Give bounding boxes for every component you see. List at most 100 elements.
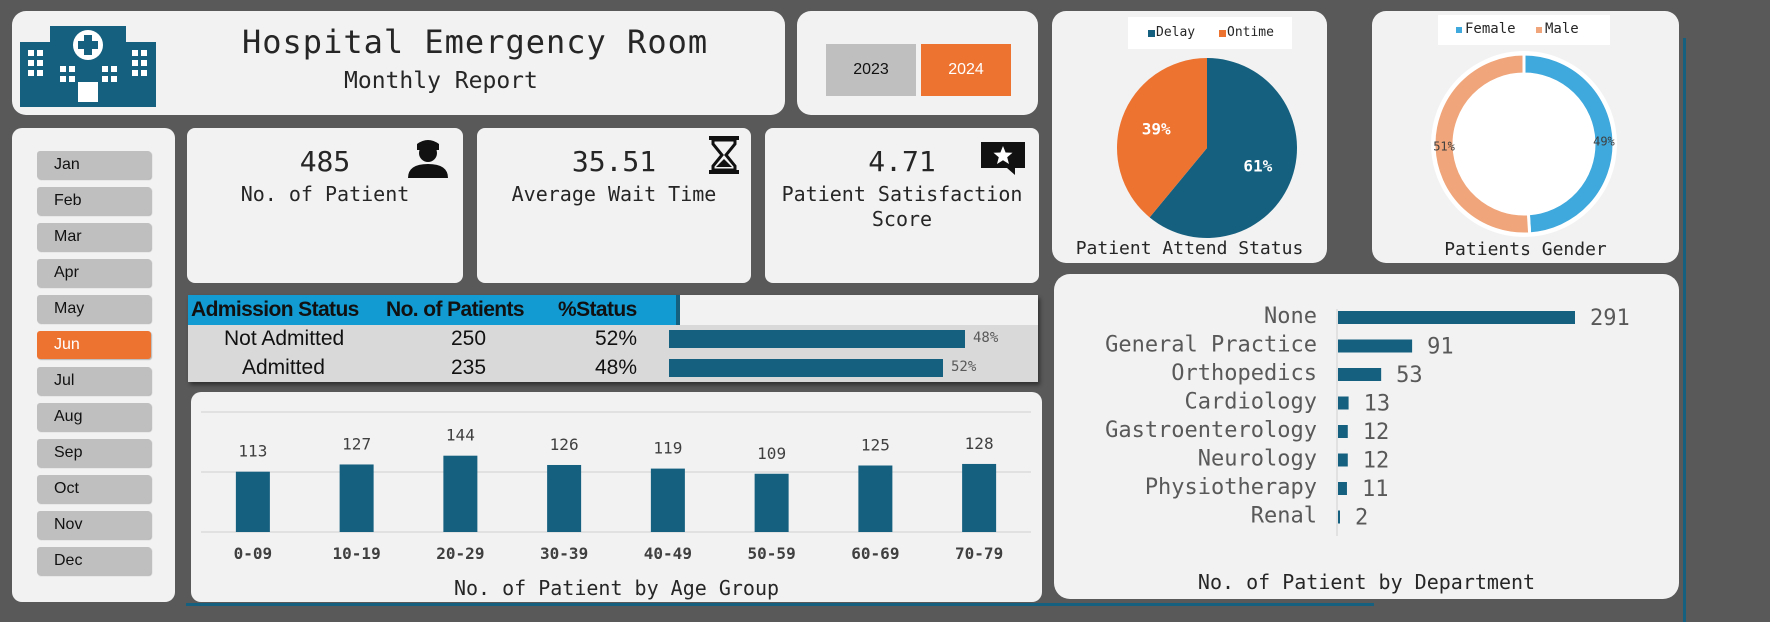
department-chart: None 291 General Practice 91 Orthopedics 53 Ca…	[1105, 304, 1630, 536]
dept-bar-value: 12	[1363, 449, 1390, 474]
dept-bar-value: 91	[1427, 335, 1454, 360]
admission-table: Admission Status No. of Patients %Status…	[188, 295, 1038, 382]
attend-chart-title: Patient Attend Status	[1075, 238, 1304, 259]
month-button-jun[interactable]: Jun	[37, 331, 151, 359]
dept-bar	[1338, 453, 1348, 467]
dept-category-label: None	[1264, 304, 1317, 329]
gender-slice-label: 51%	[1433, 140, 1455, 154]
dept-bar	[1338, 396, 1349, 410]
age-bar-value: 126	[550, 435, 579, 454]
admission-row-1-bar-label: 48%	[973, 330, 999, 346]
age-category-label: 70-79	[955, 544, 1003, 563]
age-group-chart-card: 113 0-09 127 10-19 144 20-29 126 30-39 119 40-49 1…	[191, 392, 1042, 602]
attend-slice-label: 39%	[1142, 120, 1171, 139]
kpi-wait-value: 35.51	[571, 145, 657, 178]
month-button-jan[interactable]: Jan	[37, 151, 151, 179]
age-category-label: 30-39	[540, 544, 588, 563]
page-title: Hospital Emergency Room	[242, 23, 709, 61]
department-chart-card: None 291 General Practice 91 Orthopedics 53 Ca…	[1054, 274, 1679, 599]
age-bar-value: 128	[965, 434, 994, 453]
admission-row-2-bar	[669, 359, 943, 377]
gender-slice-label: 49%	[1593, 134, 1615, 148]
month-button-sep[interactable]: Sep	[37, 439, 151, 467]
age-bar	[858, 465, 893, 532]
gender-donut-ring	[1431, 51, 1617, 237]
kpi-patients-value: 485	[299, 145, 351, 178]
dept-bar	[1338, 368, 1382, 381]
month-button-dec[interactable]: Dec	[37, 547, 151, 575]
month-button-jul[interactable]: Jul	[37, 367, 151, 395]
admission-row-2-pct: 48%	[595, 356, 638, 379]
dept-bar	[1338, 482, 1347, 495]
dept-category-label: Renal	[1251, 504, 1317, 529]
dept-bar-value: 11	[1362, 477, 1389, 502]
age-bar	[339, 464, 374, 532]
admission-header-status: Admission Status	[191, 298, 359, 321]
admission-row-1-count: 250	[451, 327, 487, 350]
month-button-apr[interactable]: Apr	[37, 259, 151, 287]
age-bar-value: 125	[861, 436, 890, 455]
department-chart-title: No. of Patient by Department	[1197, 570, 1536, 594]
age-bar	[754, 473, 789, 532]
month-button-aug[interactable]: Aug	[37, 403, 151, 431]
dept-bar-value: 291	[1590, 306, 1630, 331]
kpi-card-patients: 485 No. of Patient	[187, 128, 463, 283]
age-category-label: 0-09	[234, 544, 273, 563]
admission-row-1-pct: 52%	[595, 327, 638, 350]
age-category-label: 50-59	[748, 544, 796, 563]
attend-pie-chart: 61% 39%	[1117, 58, 1297, 238]
kpi-satisfaction-label: Patient Satisfaction Score	[781, 182, 1023, 231]
dept-bar	[1338, 311, 1575, 324]
admission-row-1-bar	[669, 330, 965, 348]
month-button-feb[interactable]: Feb	[37, 187, 151, 215]
year-selector-card: 2023 2024	[797, 11, 1038, 115]
page-subtitle: Monthly Report	[344, 68, 538, 94]
attend-slice-label: 61%	[1243, 156, 1272, 175]
month-button-nov[interactable]: Nov	[37, 511, 151, 539]
age-bar-value: 119	[653, 439, 682, 458]
kpi-card-satisfaction: 4.71 Patient Satisfaction Score	[765, 128, 1039, 283]
dept-bar-value: 12	[1363, 420, 1390, 445]
kpi-wait-label: Average Wait Time	[511, 182, 717, 206]
age-bar	[650, 468, 685, 532]
age-bar-value: 127	[342, 434, 371, 453]
year-button-2023[interactable]: 2023	[826, 44, 916, 96]
dept-category-label: Physiotherapy	[1145, 475, 1317, 500]
admission-table-header: Admission Status No. of Patients %Status	[188, 295, 676, 325]
age-category-label: 10-19	[333, 544, 381, 563]
admission-row-2-bar-label: 52%	[951, 359, 977, 375]
month-sidebar: Jan Feb Mar Apr May Jun Jul Aug Sep Oct …	[12, 128, 175, 602]
month-button-may[interactable]: May	[37, 295, 151, 323]
dept-bar	[1338, 425, 1348, 438]
admission-row-2-count: 235	[451, 356, 487, 379]
age-bar	[962, 463, 997, 532]
kpi-card-wait-time: 35.51 Average Wait Time	[477, 128, 751, 283]
dept-category-label: Cardiology	[1185, 390, 1317, 415]
age-category-label: 40-49	[644, 544, 692, 563]
age-category-label: 20-29	[436, 544, 484, 563]
age-bar	[443, 455, 478, 532]
admission-header-pct: %Status	[558, 298, 637, 321]
hospital-logo-icon	[20, 26, 156, 107]
age-category-label: 60-69	[851, 544, 899, 563]
dept-category-label: Neurology	[1198, 447, 1317, 472]
age-bar	[547, 464, 582, 532]
kpi-satisfaction-value: 4.71	[868, 145, 936, 178]
attend-status-card: Delay Ontime 61% 39% Patient Attend Statu…	[1052, 11, 1327, 263]
dept-category-label: Gastroenterology	[1105, 418, 1317, 443]
admission-row-1-status: Not Admitted	[224, 327, 345, 350]
frame-line-bottom	[186, 603, 1374, 606]
dept-bar-value: 2	[1355, 506, 1368, 531]
age-bar-value: 144	[446, 426, 475, 445]
admission-bar-header-area	[676, 295, 1038, 325]
year-button-2024[interactable]: 2024	[921, 44, 1011, 96]
age-bar	[235, 471, 270, 532]
dept-bar	[1338, 339, 1413, 353]
age-chart-title: No. of Patient by Age Group	[453, 576, 780, 600]
month-button-mar[interactable]: Mar	[37, 223, 151, 251]
age-group-chart: 113 0-09 127 10-19 144 20-29 126 30-39 119 40-49 1…	[201, 411, 1031, 563]
frame-line-right	[1683, 38, 1686, 622]
month-button-oct[interactable]: Oct	[37, 475, 151, 503]
gender-donut-chart: 49% 51%	[1431, 51, 1617, 237]
age-bar-value: 109	[757, 444, 786, 463]
